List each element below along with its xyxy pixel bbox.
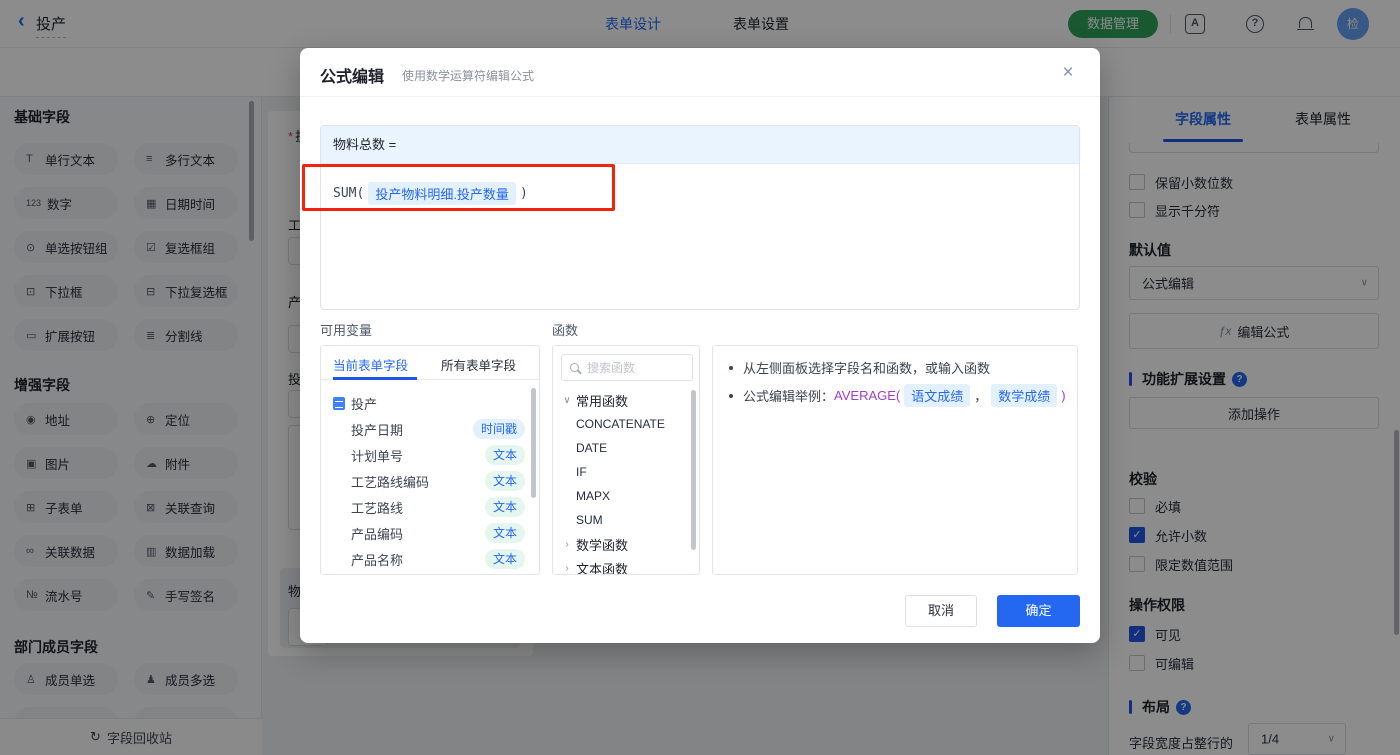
formula-edit-modal: 公式编辑 使用数学运算符编辑公式 × 物料总数 = SUM( 投产物料明细.投产…	[300, 48, 1100, 643]
app-window: ‹ 投产 表单设计 表单设置 数据管理 A ? 检 ⊶ 表单外链 ⊠ 后端脚本 …	[0, 0, 1400, 755]
tip-line: 从左侧面板选择字段名和函数，或输入函数	[729, 358, 990, 377]
functions-label: 函数	[552, 323, 579, 338]
functions-scrollbar[interactable]	[691, 390, 696, 550]
example-field-token: 语文成绩	[904, 384, 971, 407]
variables-panel: 当前表单字段 所有表单字段 投产 投产日期 时间戳 计划单号 文本 工艺路线编码…	[320, 345, 540, 575]
variable-root-row[interactable]: 投产	[321, 390, 539, 416]
variables-tabs: 当前表单字段 所有表单字段	[321, 346, 539, 380]
tip-example-line: 公式编辑举例： AVERAGE( 语文成绩 ， 数学成绩 )	[729, 384, 1066, 407]
tab-current-form-fields[interactable]: 当前表单字段	[333, 355, 408, 374]
function-item[interactable]: CONCATENATE	[553, 412, 699, 436]
variables-label: 可用变量	[320, 323, 373, 338]
chevron-open-icon: ∨	[563, 394, 571, 406]
search-icon	[570, 363, 579, 372]
function-group-common[interactable]: ∨ 常用函数	[553, 388, 699, 412]
function-group-text[interactable]: › 文本函数	[553, 556, 699, 575]
variable-row[interactable]: 工艺路线编码 文本	[321, 468, 539, 494]
formula-fn-open: SUM(	[333, 185, 365, 201]
function-item[interactable]: DATE	[553, 436, 699, 460]
modal-title: 公式编辑	[320, 69, 385, 86]
search-input[interactable]	[585, 359, 679, 376]
variable-row[interactable]: 工艺路线 文本	[321, 494, 539, 520]
modal-header: 公式编辑 使用数学运算符编辑公式 ×	[300, 48, 1100, 97]
chevron-right-icon: ›	[565, 562, 569, 574]
bullet-icon	[729, 393, 733, 398]
field-type-badge: 文本	[484, 497, 525, 517]
variables-scrollbar[interactable]	[531, 388, 536, 498]
tips-panel: 从左侧面板选择字段名和函数，或输入函数 公式编辑举例： AVERAGE( 语文成…	[712, 345, 1078, 575]
formula-expression: SUM( 投产物料明细.投产数量 )	[333, 181, 528, 205]
variable-row[interactable]: 产品编码 文本	[321, 520, 539, 546]
form-document-icon	[333, 396, 345, 410]
field-type-badge: 文本	[484, 523, 525, 543]
variable-row[interactable]: 投产日期 时间戳	[321, 416, 539, 442]
bullet-icon	[729, 365, 733, 370]
function-item[interactable]: MAPX	[553, 484, 699, 508]
chevron-right-icon: ›	[565, 538, 569, 550]
close-icon[interactable]: ×	[1056, 61, 1080, 85]
field-type-badge: 文本	[484, 471, 525, 491]
function-item[interactable]: IF	[553, 460, 699, 484]
function-group-math[interactable]: › 数学函数	[553, 532, 699, 556]
confirm-button[interactable]: 确定	[997, 595, 1080, 627]
functions-panel: ∨ 常用函数 CONCATENATE DATE IF MAPX SUM › 数学…	[552, 345, 700, 575]
active-tab-underline	[333, 377, 417, 380]
formula-target: 物料总数 =	[321, 126, 1079, 164]
formula-fn-close: )	[519, 185, 528, 201]
variable-row[interactable]: 产品名称 文本	[321, 546, 539, 572]
variable-row[interactable]: 计划单号 文本	[321, 442, 539, 468]
field-type-badge: 文本	[484, 549, 525, 569]
modal-subtitle: 使用数学运算符编辑公式	[402, 69, 535, 83]
field-type-badge: 文本	[484, 445, 525, 465]
example-field-token: 数学成绩	[991, 384, 1058, 407]
formula-field-token[interactable]: 投产物料明细.投产数量	[368, 181, 516, 205]
function-item[interactable]: SUM	[553, 508, 699, 532]
function-search[interactable]	[561, 354, 693, 381]
field-type-badge: 时间戳	[472, 419, 525, 439]
cancel-button[interactable]: 取消	[905, 595, 977, 627]
formula-editor[interactable]: 物料总数 = SUM( 投产物料明细.投产数量 )	[320, 125, 1080, 310]
tab-all-form-fields[interactable]: 所有表单字段	[441, 355, 516, 374]
